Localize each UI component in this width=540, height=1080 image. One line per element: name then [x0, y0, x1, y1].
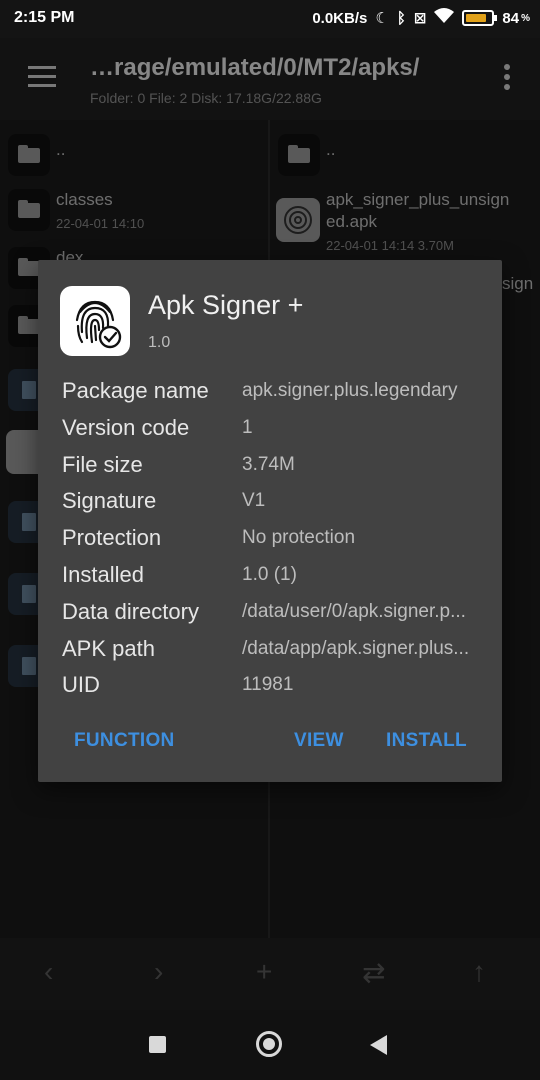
info-row: UID 11981 [62, 666, 482, 703]
install-button[interactable]: INSTALL [386, 730, 467, 752]
wifi-icon [434, 8, 455, 28]
info-value[interactable]: apk.signer.plus.legendary [242, 380, 482, 402]
info-label: Package name [62, 378, 209, 403]
info-value[interactable]: 1.0 (1) [242, 564, 482, 586]
info-label: Protection [62, 525, 162, 551]
back-icon[interactable] [370, 1035, 387, 1055]
info-row: Data directory/data/user/0/apk.signer.p.… [62, 593, 482, 630]
info-label: Data directory [62, 598, 199, 624]
moon-icon: ☾ [375, 10, 389, 27]
info-value[interactable]: /data/app/apk.signer.plus... [242, 638, 482, 660]
info-value[interactable]: 1 [242, 417, 482, 439]
info-label: File size [62, 451, 143, 477]
info-row: Protection No protection [62, 519, 482, 556]
status-bar: 2:15 PM 0.0KB/s ☾ ᛒ ⊠ 84% [0, 0, 540, 38]
info-value[interactable]: 11981 [242, 674, 482, 696]
info-label: UID [62, 672, 100, 698]
sim-icon: ⊠ [413, 10, 427, 27]
info-row: File size 3.74M [62, 446, 482, 483]
info-row: Version code 1 [62, 409, 482, 446]
info-row: APK path/data/app/apk.signer.plus... [62, 630, 482, 667]
info-value[interactable]: No protection [242, 527, 482, 549]
info-row: Signature V1 [62, 482, 482, 519]
system-nav-bar [0, 1010, 540, 1080]
info-value[interactable]: V1 [242, 490, 482, 512]
info-label: Version code [62, 414, 190, 440]
home-icon[interactable] [256, 1031, 282, 1057]
app-version: 1.0 [148, 334, 171, 351]
info-value[interactable]: /data/user/0/apk.signer.p... [242, 601, 482, 623]
view-button[interactable]: VIEW [294, 730, 344, 752]
info-value[interactable]: 3.74M [242, 454, 482, 476]
app-name: Apk Signer + [148, 290, 304, 320]
info-row: Package name apk.signer.plus.legendary [62, 372, 482, 409]
info-label: APK path [62, 635, 155, 661]
apk-info-dialog: Apk Signer + 1.0 Package name apk.signer.… [38, 260, 502, 782]
info-label: Installed [62, 561, 144, 587]
info-row: Installed 1.0 (1) [62, 556, 482, 593]
status-icons: 0.0KB/s ☾ ᛒ ⊠ 84% [312, 8, 530, 28]
bluetooth-icon: ᛒ [396, 9, 406, 27]
battery-icon [462, 10, 498, 26]
recents-icon[interactable] [149, 1036, 166, 1053]
battery-percent: 84 [502, 9, 520, 27]
net-speed: 0.0KB/s [312, 9, 368, 27]
fingerprint-icon [60, 286, 130, 356]
info-list: Package name apk.signer.plus.legendary Ver… [62, 372, 482, 703]
function-button[interactable]: FUNCTION [74, 730, 175, 752]
info-label: Signature [62, 488, 157, 514]
status-time: 2:15 PM [14, 9, 75, 26]
